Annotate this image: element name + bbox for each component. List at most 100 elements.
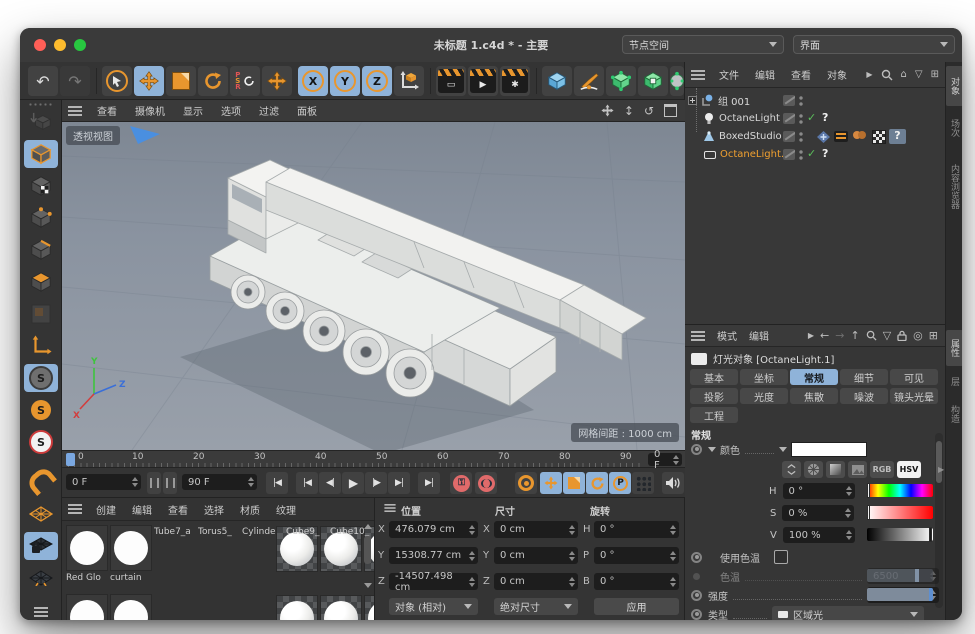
tab-layers[interactable]: 层 — [946, 370, 962, 392]
prev-key-button[interactable]: |◀ — [296, 472, 318, 494]
play-button[interactable]: ▶ — [342, 472, 364, 494]
tab-general[interactable]: 常规 — [790, 369, 838, 385]
more-menu-icon[interactable]: ▶ — [808, 331, 814, 340]
color-wheel-icon[interactable] — [804, 461, 823, 478]
light-type-dropdown[interactable]: 区域光 — [772, 606, 924, 621]
next-key-button[interactable]: ▶| — [388, 472, 410, 494]
lock-x-axis-button[interactable]: X — [298, 66, 328, 96]
home-icon[interactable]: ⌂ — [901, 69, 907, 80]
spline-pen-button[interactable] — [574, 66, 604, 96]
tab-takes[interactable]: 场次 — [946, 110, 962, 146]
scroll-down-icon[interactable] — [364, 583, 372, 588]
om-menu-file[interactable]: 文件 — [719, 67, 739, 82]
key-rotation-button[interactable] — [586, 472, 608, 494]
key-pla-button[interactable] — [632, 472, 654, 494]
material-menu-view[interactable]: 查看 — [168, 502, 188, 517]
magnet-snap-button[interactable] — [24, 466, 58, 494]
toggle-view-icon[interactable] — [664, 104, 677, 117]
hue-gradient-bar[interactable] — [867, 484, 933, 497]
material-item[interactable]: Cylinde — [242, 525, 284, 537]
key-parameter-button[interactable]: P — [609, 472, 631, 494]
menu-icon[interactable] — [68, 508, 82, 510]
apply-button[interactable]: 应用 — [594, 598, 679, 615]
tab-noise[interactable]: 噪波 — [840, 388, 888, 404]
viewport-menu-options[interactable]: 选项 — [221, 103, 241, 118]
tweak-mode-button[interactable] — [24, 300, 58, 328]
object-row-group[interactable]: 组 001 — [685, 92, 945, 109]
back-icon[interactable]: ← — [820, 329, 829, 342]
tab-visibility[interactable]: 可见 — [890, 369, 938, 385]
menu-icon[interactable] — [68, 110, 82, 112]
tab-photometric[interactable]: 光度 — [740, 388, 788, 404]
rotate-tool-button[interactable] — [198, 66, 228, 96]
hue-field[interactable]: 0 ° — [783, 483, 855, 499]
render-view-button[interactable]: ▭ — [436, 66, 466, 96]
use-temperature-checkbox[interactable] — [774, 550, 788, 564]
rotation-h-field[interactable]: 0 ° — [594, 521, 679, 538]
palette-menu-button[interactable] — [24, 598, 58, 620]
axis-modify-tool-button[interactable] — [262, 66, 292, 96]
filter-icon[interactable]: ▽ — [883, 329, 891, 342]
render-picture-viewer-button[interactable]: ▶ — [468, 66, 498, 96]
viewport-menu-camera[interactable]: 摄像机 — [135, 103, 165, 118]
layer-toggle[interactable] — [783, 95, 795, 106]
om-menu-view[interactable]: 查看 — [791, 67, 811, 82]
film-tag-icon[interactable] — [834, 131, 848, 142]
value-gradient-bar[interactable] — [867, 528, 933, 541]
object-row-studio[interactable]: BoxedStudio ? — [685, 128, 945, 145]
collapse-caret-icon[interactable] — [708, 447, 716, 452]
undo-button[interactable]: ↶ — [28, 66, 58, 96]
more-options-icon[interactable]: ▶ — [938, 465, 944, 474]
record-options-button[interactable] — [475, 472, 497, 494]
range-marker-left-button[interactable] — [147, 472, 161, 494]
object-row-light[interactable]: OctaneLight ✓ ? — [685, 110, 945, 127]
enabled-check-icon[interactable]: ✓ — [807, 111, 816, 124]
search-icon[interactable] — [866, 330, 877, 341]
layer-toggle[interactable] — [783, 149, 795, 160]
current-frame-field[interactable]: 0 F — [648, 453, 682, 466]
key-scale-button[interactable] — [563, 472, 585, 494]
material-menu-create[interactable]: 创建 — [96, 502, 116, 517]
menu-icon[interactable] — [691, 74, 705, 76]
material-tag-icon[interactable] — [853, 131, 866, 142]
expander-icon[interactable] — [688, 96, 697, 105]
saturation-field[interactable]: 0 % — [782, 505, 854, 521]
filter-icon[interactable]: ▽ — [915, 69, 923, 80]
octane-tag-icon[interactable]: ? — [822, 111, 828, 124]
tab-structure[interactable]: 构造 — [946, 396, 962, 432]
position-x-field[interactable]: 476.079 cm — [389, 521, 478, 538]
enabled-check-icon[interactable]: ✓ — [807, 147, 816, 160]
object-row-light-selected[interactable]: OctaneLight.1 ✓ ? — [685, 146, 945, 163]
viewport-canvas[interactable]: Y Z X 透视视图 网格间距 : 1000 cm — [62, 122, 685, 450]
up-icon[interactable]: ↑ — [850, 329, 859, 342]
material-item[interactable] — [66, 594, 108, 620]
record-keyframe-button[interactable]: ⚿ — [450, 472, 472, 494]
layer-toggle[interactable] — [783, 113, 795, 124]
material-menu-edit[interactable]: 编辑 — [132, 502, 152, 517]
visibility-dots[interactable] — [799, 149, 803, 160]
tab-details[interactable]: 细节 — [840, 369, 888, 385]
collapse-caret-icon[interactable] — [779, 447, 787, 452]
keyframe-ring-icon[interactable] — [691, 552, 702, 563]
checker-tag-icon[interactable] — [872, 130, 886, 144]
lock-icon[interactable] — [897, 330, 907, 341]
snap-settings-button[interactable]: S — [24, 396, 58, 424]
viewport-menu-panel[interactable]: 面板 — [297, 103, 317, 118]
quantize-snap-button[interactable]: S — [24, 428, 58, 456]
position-z-field[interactable]: -14507.498 cm — [389, 573, 478, 590]
saturation-gradient-bar[interactable] — [867, 506, 933, 519]
sound-button[interactable] — [662, 472, 684, 494]
rotate-view-icon[interactable]: ↺ — [644, 104, 654, 118]
pan-view-icon[interactable] — [601, 104, 614, 117]
menu-icon[interactable] — [691, 335, 705, 337]
node-space-dropdown[interactable]: 节点空间 — [622, 35, 784, 54]
planar-workplane-button[interactable] — [24, 564, 58, 592]
temperature-slider[interactable] — [867, 569, 933, 582]
model-mode-button[interactable] — [24, 140, 58, 168]
material-menu-select[interactable]: 选择 — [204, 502, 224, 517]
xpresso-tag-icon[interactable] — [817, 131, 830, 143]
make-editable-button[interactable] — [24, 108, 58, 136]
tab-lens-flare[interactable]: 镜头光晕 — [890, 388, 938, 404]
menu-icon[interactable] — [384, 507, 395, 509]
tab-coord[interactable]: 坐标 — [740, 369, 788, 385]
